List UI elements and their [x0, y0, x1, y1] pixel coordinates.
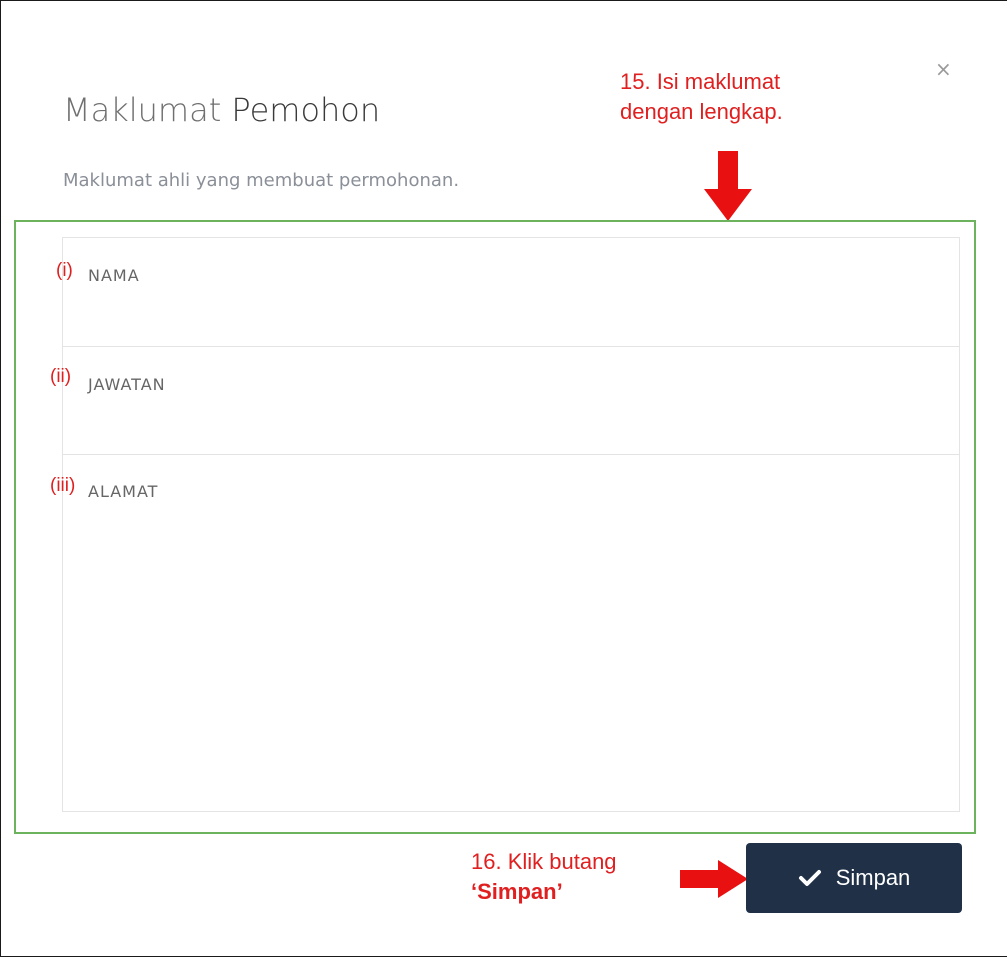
field-label-jawatan: JAWATAN — [88, 375, 166, 394]
field-nama: NAMA — [63, 238, 959, 347]
marker-ii: (ii) — [50, 366, 72, 387]
title-strong: Pemohon — [231, 91, 381, 129]
annotation-step-16-line1: 16. Klik butang — [471, 849, 617, 874]
modal-subtitle: Maklumat ahli yang membuat permohonan. — [63, 170, 460, 191]
annotation-step-15-line1: 15. Isi maklumat — [620, 69, 781, 94]
field-label-alamat: ALAMAT — [88, 482, 159, 501]
annotation-step-16: 16. Klik butang ‘Simpan’ — [471, 847, 617, 907]
close-icon[interactable]: × — [935, 59, 952, 79]
save-button[interactable]: Simpan — [746, 843, 962, 913]
annotation-step-16-line2: ‘Simpan’ — [471, 879, 563, 904]
field-alamat: ALAMAT — [63, 455, 959, 811]
check-icon — [798, 870, 821, 886]
alamat-textarea[interactable] — [88, 515, 934, 791]
annotation-step-15-line2: dengan lengkap. — [620, 99, 783, 124]
title-prefix: Maklumat — [63, 91, 222, 129]
down-arrow-icon — [704, 151, 752, 221]
field-label-nama: NAMA — [88, 266, 140, 285]
right-arrow-icon — [680, 860, 748, 898]
save-button-label: Simpan — [835, 865, 911, 890]
marker-i: (i) — [56, 260, 73, 281]
field-jawatan: JAWATAN — [63, 347, 959, 455]
annotation-step-15: 15. Isi maklumat dengan lengkap. — [620, 67, 783, 127]
applicant-form: NAMA JAWATAN ALAMAT — [62, 237, 960, 812]
modal-title: Maklumat Pemohon — [63, 91, 380, 129]
nama-input[interactable] — [88, 300, 934, 334]
marker-iii: (iii) — [50, 475, 76, 496]
applicant-info-modal: × Maklumat Pemohon Maklumat ahli yang me… — [0, 0, 1007, 957]
jawatan-input[interactable] — [88, 409, 934, 443]
